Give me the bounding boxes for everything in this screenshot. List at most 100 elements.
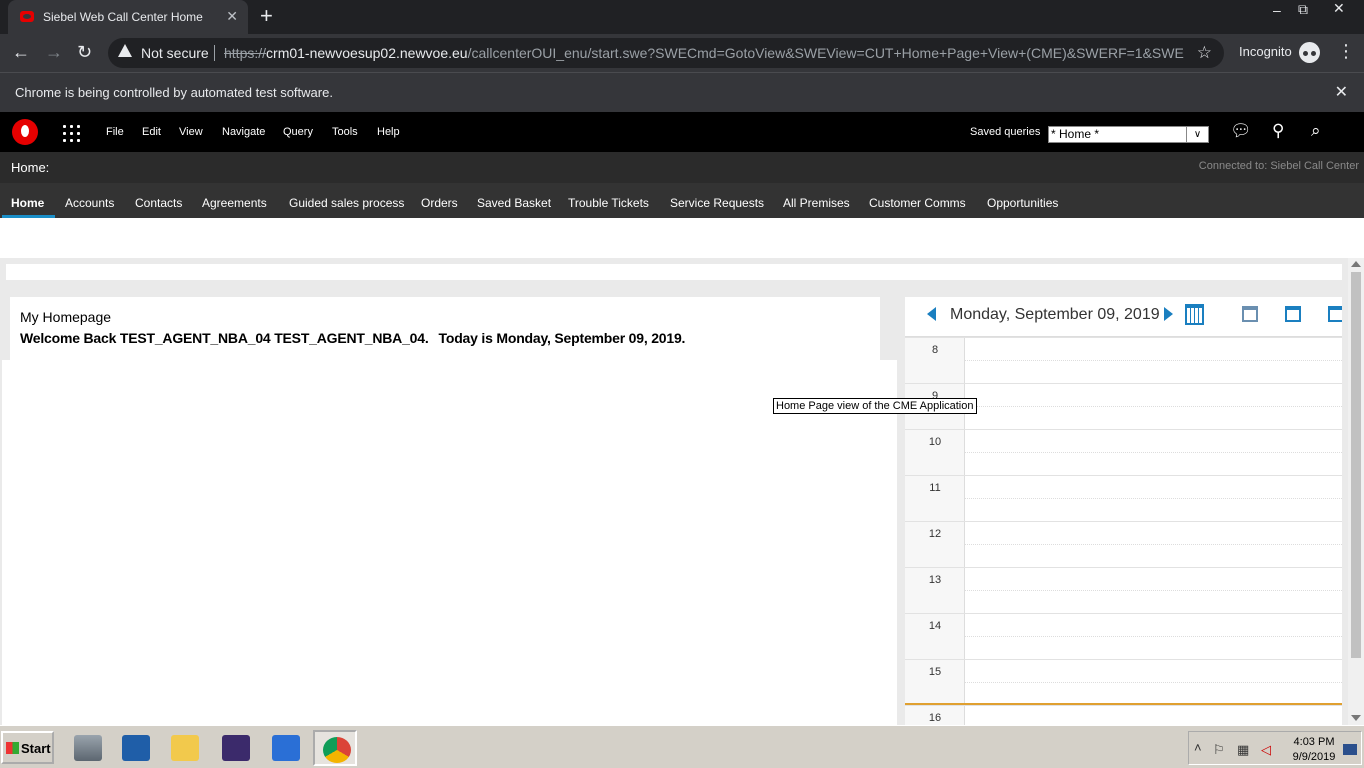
siebel-favicon-icon xyxy=(20,11,34,22)
file-explorer-icon[interactable] xyxy=(163,730,207,766)
hour-label: 15 xyxy=(928,666,942,678)
week-view-icon[interactable] xyxy=(1285,306,1301,322)
start-button[interactable]: Start xyxy=(1,731,54,764)
flag-icon[interactable]: ⚐ xyxy=(1213,742,1225,758)
tab-accounts[interactable]: Accounts xyxy=(65,196,114,210)
menu-view[interactable]: View xyxy=(179,126,203,138)
hour-label: 13 xyxy=(928,574,942,586)
calendar-grid[interactable]: 8 9 10 11 12 13 14 15 16 xyxy=(905,337,1342,725)
month-view-icon[interactable] xyxy=(1328,306,1342,322)
network-icon[interactable]: ▦ xyxy=(1237,742,1249,758)
tab-saved-basket[interactable]: Saved Basket xyxy=(477,196,551,210)
hour-label: 12 xyxy=(928,528,942,540)
url-text[interactable]: https://crm01-newvoesup02.newvoe.eu/call… xyxy=(224,45,1184,61)
url-path: /callcenterOUI_enu/start.swe?SWECmd=Goto… xyxy=(467,45,1184,61)
security-status[interactable]: Not secure xyxy=(141,45,209,61)
saved-queries-select[interactable]: * Home * ∨ xyxy=(1048,126,1209,143)
next-day-icon[interactable] xyxy=(1164,307,1173,321)
restore-icon[interactable]: ⧉ xyxy=(1298,1,1308,18)
menu-tools[interactable]: Tools xyxy=(332,126,358,138)
scroll-down-icon[interactable] xyxy=(1351,715,1361,721)
tab-opportunities[interactable]: Opportunities xyxy=(987,196,1058,210)
incognito-icon[interactable] xyxy=(1299,42,1320,63)
tab-close-icon[interactable]: ✕ xyxy=(226,8,238,25)
hour-label: 14 xyxy=(928,620,942,632)
menu-navigate[interactable]: Navigate xyxy=(222,126,265,138)
taskbar-clock[interactable]: 4:03 PM 9/9/2019 xyxy=(1289,735,1339,765)
hour-label: 16 xyxy=(928,712,942,724)
start-label: Start xyxy=(21,741,51,756)
server-manager-icon[interactable] xyxy=(66,730,110,766)
hour-row[interactable]: 8 xyxy=(905,337,1342,383)
tab-customer-comms[interactable]: Customer Comms xyxy=(869,196,966,210)
window-close-icon[interactable]: ✕ xyxy=(1333,0,1345,17)
tab-contacts[interactable]: Contacts xyxy=(135,196,182,210)
back-icon[interactable]: ← xyxy=(12,42,30,63)
homepage-title: My Homepage xyxy=(20,309,112,325)
forward-icon[interactable]: → xyxy=(45,42,63,63)
tab-home[interactable]: Home xyxy=(11,196,44,210)
left-pane xyxy=(2,360,897,725)
tab-agreements[interactable]: Agreements xyxy=(202,196,267,210)
chrome-menu-icon[interactable]: ⋮ xyxy=(1337,42,1355,60)
previous-day-icon[interactable] xyxy=(927,307,936,321)
tooltip: Home Page view of the CME Application xyxy=(773,398,977,414)
vodafone-logo-icon[interactable] xyxy=(12,119,38,145)
hour-row[interactable]: 12 xyxy=(905,521,1342,567)
wps-icon[interactable] xyxy=(264,730,308,766)
automation-infobar: Chrome is being controlled by automated … xyxy=(0,72,1364,112)
menu-file[interactable]: File xyxy=(106,126,124,138)
browser-tab[interactable]: Siebel Web Call Center Home ✕ xyxy=(8,0,248,34)
infobar-close-icon[interactable]: ✕ xyxy=(1335,82,1348,102)
welcome-message: Welcome Back TEST_AGENT_NBA_04 TEST_AGEN… xyxy=(20,330,695,346)
java-ee-ide-icon[interactable] xyxy=(214,730,258,766)
user-icon[interactable]: ⚲ xyxy=(1272,121,1284,141)
browser-tab-title: Siebel Web Call Center Home xyxy=(43,10,203,24)
vertical-scrollbar[interactable] xyxy=(1348,258,1364,725)
hour-row[interactable]: 16 xyxy=(905,705,1342,725)
hour-row[interactable]: 13 xyxy=(905,567,1342,613)
menu-edit[interactable]: Edit xyxy=(142,126,161,138)
hour-label: 8 xyxy=(931,344,939,356)
browser-toolbar: ← → ↻ Not secure https://crm01-newvoesup… xyxy=(0,34,1364,72)
bookmark-star-icon[interactable]: ☆ xyxy=(1197,43,1212,63)
new-tab-button[interactable]: + xyxy=(260,5,273,27)
address-bar[interactable]: Not secure https://crm01-newvoesup02.new… xyxy=(108,38,1224,68)
tab-trouble-tickets[interactable]: Trouble Tickets xyxy=(568,196,649,210)
chat-icon[interactable]: 💬︎ xyxy=(1230,121,1252,141)
tab-all-premises[interactable]: All Premises xyxy=(783,196,850,210)
volume-muted-icon[interactable]: ◁ xyxy=(1261,742,1271,758)
reload-icon[interactable]: ↻ xyxy=(77,42,92,63)
hour-label: 10 xyxy=(928,436,942,448)
windows-flag-icon xyxy=(6,742,19,754)
show-desktop-icon[interactable] xyxy=(1343,744,1357,755)
divider xyxy=(214,45,215,61)
menu-help[interactable]: Help xyxy=(377,126,400,138)
search-icon[interactable]: ⌕ xyxy=(1311,121,1321,141)
system-tray: ˄ ⚐ ▦ ◁ 4:03 PM 9/9/2019 xyxy=(1188,731,1362,765)
breadcrumb-row: Home: Connected to: Siebel Call Center xyxy=(0,152,1364,183)
powershell-icon[interactable] xyxy=(114,730,158,766)
chevron-down-icon[interactable]: ∨ xyxy=(1186,127,1208,142)
hour-row[interactable]: 14 xyxy=(905,613,1342,659)
chrome-icon[interactable] xyxy=(313,730,357,766)
calendar-icon[interactable] xyxy=(1185,304,1204,325)
hour-row[interactable]: 10 xyxy=(905,429,1342,475)
tab-orders[interactable]: Orders xyxy=(421,196,458,210)
browser-tab-strip: Siebel Web Call Center Home ✕ + – ⧉ ✕ xyxy=(0,0,1364,34)
minimize-icon[interactable]: – xyxy=(1273,2,1281,18)
scroll-up-icon[interactable] xyxy=(1351,261,1361,267)
hour-row[interactable]: 11 xyxy=(905,475,1342,521)
tab-service-requests[interactable]: Service Requests xyxy=(670,196,764,210)
day-view-icon[interactable] xyxy=(1242,306,1258,322)
infobar-message: Chrome is being controlled by automated … xyxy=(15,85,333,100)
app-grid-icon[interactable] xyxy=(63,125,81,143)
menu-query[interactable]: Query xyxy=(283,126,313,138)
hour-row[interactable]: 15 xyxy=(905,659,1342,705)
incognito-label: Incognito xyxy=(1239,44,1292,59)
windows-taskbar: Start ˄ ⚐ ▦ ◁ 4:03 PM 9/9/2019 xyxy=(0,725,1364,768)
scrollbar-thumb[interactable] xyxy=(1351,272,1361,658)
tab-guided-sales-process[interactable]: Guided sales process xyxy=(289,196,404,210)
chevron-up-icon[interactable]: ˄ xyxy=(1194,740,1202,755)
applet-strip xyxy=(6,264,1342,280)
